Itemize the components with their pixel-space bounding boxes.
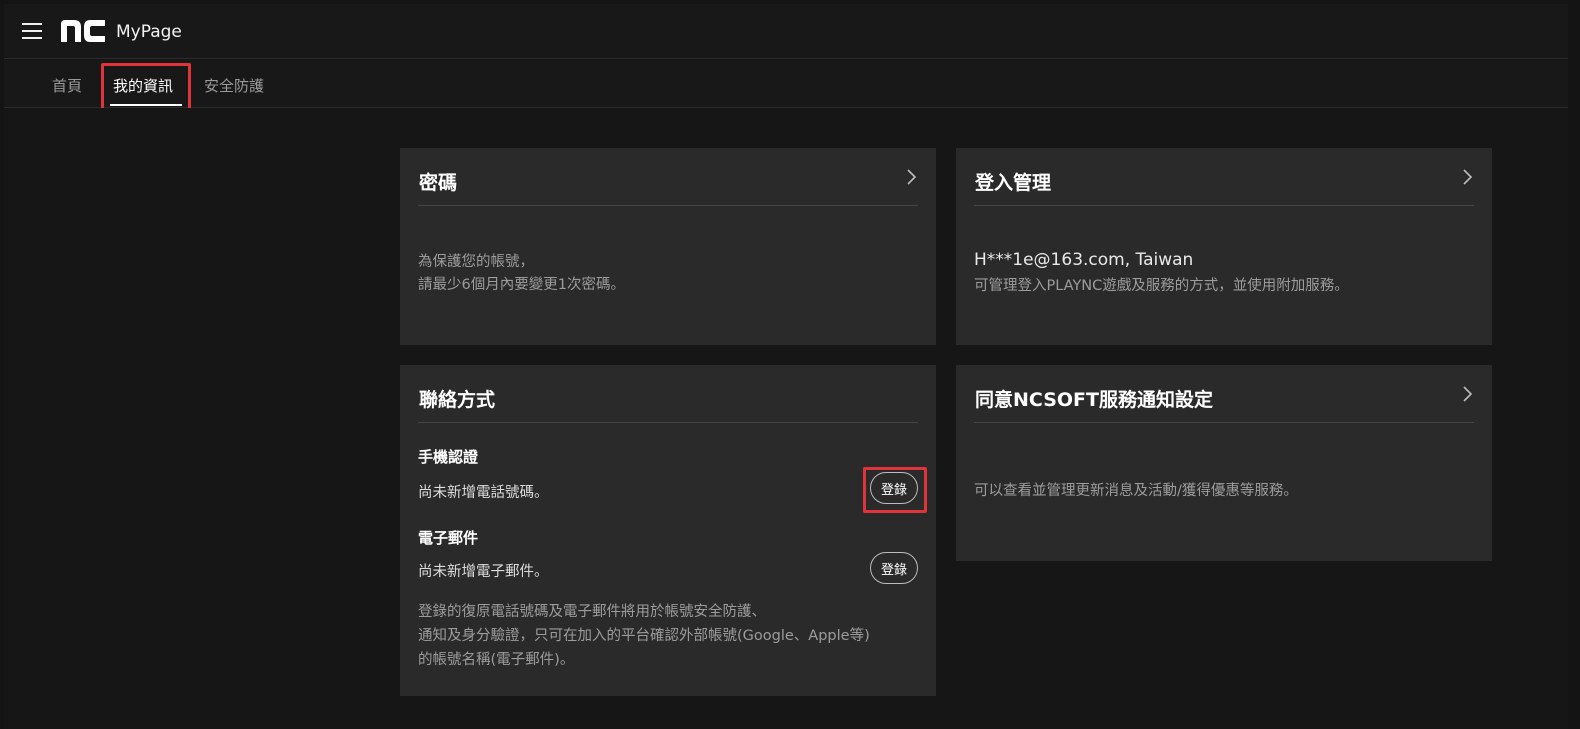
tab-my-info[interactable]: 我的資訊 — [113, 75, 173, 96]
contact-note-line2: 通知及身分驗證，只可在加入的平台確認外部帳號(Google、Apple等) — [418, 628, 870, 644]
divider — [418, 205, 918, 206]
contact-card: 聯絡方式 手機認證 尚未新增電話號碼。 登錄 電子郵件 尚未新增電子郵件。 登錄… — [400, 365, 936, 696]
notification-settings-card[interactable]: 同意NCSOFT服務通知設定 可以查看並管理更新消息及活動/獲得優惠等服務。 — [956, 365, 1492, 561]
login-account-text: H***1e@163.com, Taiwan — [974, 250, 1194, 270]
login-card-title: 登入管理 — [975, 172, 1052, 194]
login-management-card[interactable]: 登入管理 H***1e@163.com, Taiwan 可管理登入PLAYNC遊… — [956, 148, 1492, 345]
app-title: MyPage — [116, 22, 182, 42]
email-register-button[interactable]: 登錄 — [870, 552, 918, 584]
phone-register-button[interactable]: 登錄 — [870, 472, 918, 504]
contact-note-line1: 登錄的復原電話號碼及電子郵件將用於帳號安全防護、 — [418, 604, 766, 620]
phone-status-text: 尚未新增電話號碼。 — [418, 485, 549, 501]
chevron-right-icon[interactable] — [904, 168, 918, 186]
tab-security[interactable]: 安全防護 — [204, 75, 264, 96]
window-frame: MyPage 首頁 我的資訊 安全防護 密碼 為保護您的帳號， 請最少6個月內要… — [0, 0, 1580, 729]
login-desc: 可管理登入PLAYNC遊戲及服務的方式，並使用附加服務。 — [974, 278, 1349, 294]
password-card-title: 密碼 — [419, 172, 458, 194]
chevron-right-icon[interactable] — [1460, 385, 1474, 403]
nc-logo-icon[interactable] — [59, 18, 107, 44]
password-desc-line2: 請最少6個月內要變更1次密碼。 — [418, 277, 625, 293]
contact-note-line3: 的帳號名稱(電子郵件)。 — [418, 652, 575, 668]
phone-verify-title: 手機認證 — [418, 448, 479, 466]
chevron-right-icon[interactable] — [1460, 168, 1474, 186]
active-tab-indicator — [110, 104, 182, 106]
email-title: 電子郵件 — [418, 529, 479, 547]
notify-card-title: 同意NCSOFT服務通知設定 — [975, 389, 1213, 411]
password-desc-line1: 為保護您的帳號， — [418, 254, 534, 270]
top-bar: MyPage — [4, 4, 1568, 59]
tab-home[interactable]: 首頁 — [52, 75, 82, 96]
email-status-text: 尚未新增電子郵件。 — [418, 564, 549, 580]
main-content: 密碼 為保護您的帳號， 請最少6個月內要變更1次密碼。 登入管理 H***1e@… — [4, 108, 1568, 729]
notify-desc: 可以查看並管理更新消息及活動/獲得優惠等服務。 — [974, 483, 1298, 499]
password-card[interactable]: 密碼 為保護您的帳號， 請最少6個月內要變更1次密碼。 — [400, 148, 936, 345]
divider — [974, 205, 1474, 206]
hamburger-menu-icon[interactable] — [22, 23, 42, 39]
divider — [418, 422, 918, 423]
divider — [974, 422, 1474, 423]
tab-bar: 首頁 我的資訊 安全防護 — [4, 60, 1568, 108]
contact-card-title: 聯絡方式 — [419, 389, 496, 411]
